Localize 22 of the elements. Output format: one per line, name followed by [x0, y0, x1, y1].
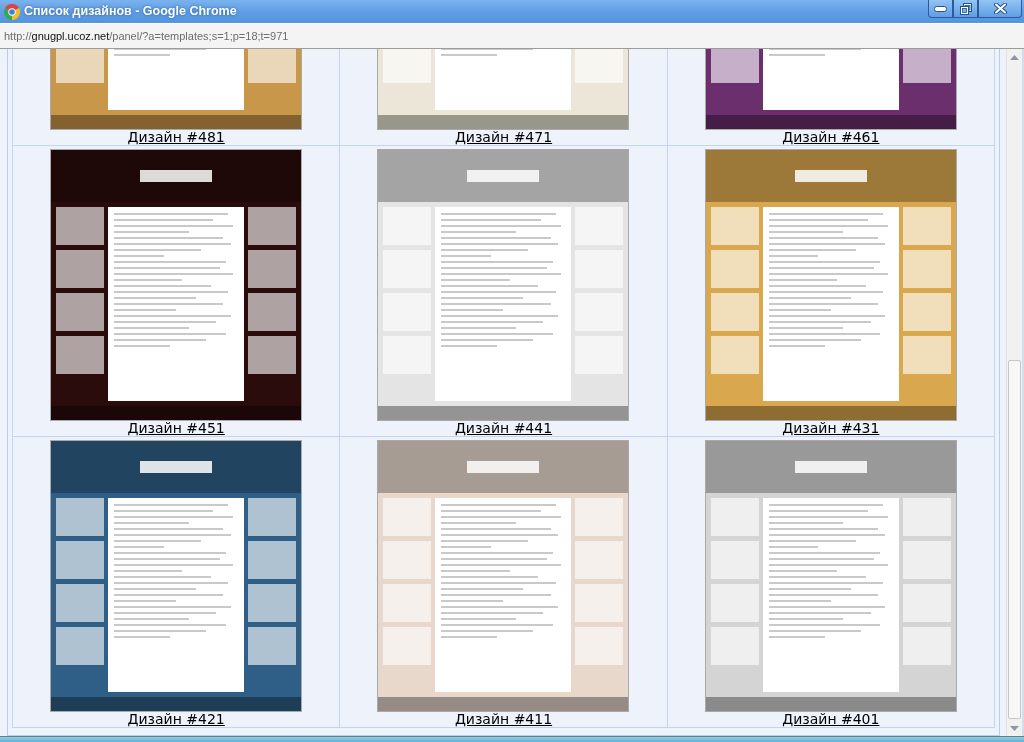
design-link[interactable]: Дизайн #471	[454, 130, 553, 145]
minimize-button[interactable]	[928, 0, 953, 18]
design-link[interactable]: Дизайн #441	[454, 421, 553, 436]
design-link[interactable]: Дизайн #411	[454, 712, 553, 727]
design-link[interactable]: Дизайн #421	[127, 712, 225, 727]
vertical-scrollbar[interactable]	[1006, 49, 1022, 736]
restore-icon	[959, 2, 972, 15]
scrollbar-thumb[interactable]	[1008, 360, 1021, 719]
minimize-icon	[934, 5, 947, 12]
down-triangle-icon	[1010, 725, 1019, 731]
close-button[interactable]	[978, 0, 1022, 18]
design-link[interactable]: Дизайн #461	[782, 130, 880, 145]
app-icon	[4, 3, 20, 20]
address-field[interactable]: http://gnugpl.ucoz.net/panel/?a=templates;s=1;p=18;t=971	[4, 27, 289, 45]
restore-button[interactable]	[953, 0, 978, 18]
design-link[interactable]: Дизайн #401	[782, 712, 880, 727]
design-link[interactable]: Дизайн #451	[127, 421, 225, 436]
design-link[interactable]: Дизайн #431	[782, 421, 880, 436]
design-link[interactable]: Дизайн #481	[127, 130, 225, 145]
close-icon	[993, 3, 1007, 14]
window-title: Список дизайнов - Google Chrome	[24, 3, 237, 21]
up-triangle-icon	[1010, 54, 1019, 60]
